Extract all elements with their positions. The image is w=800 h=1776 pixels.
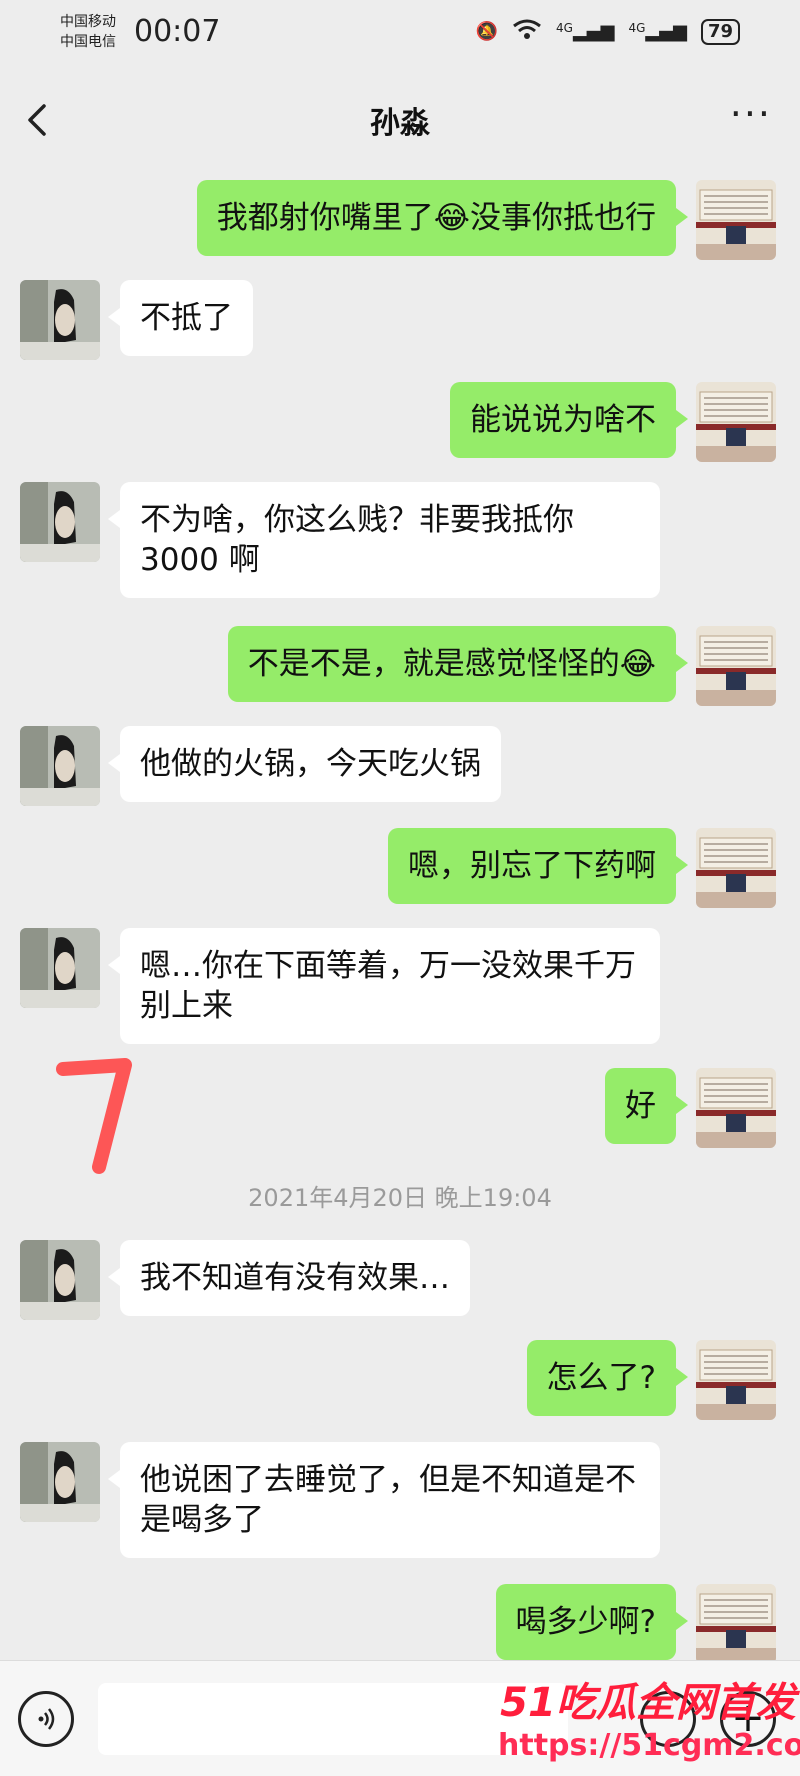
message-bubble-me[interactable]: 嗯，别忘了下药啊 (388, 828, 688, 904)
message-timestamp: 2021年4月20日 晚上19:04 (248, 1184, 552, 1212)
message-bubble-me[interactable]: 喝多少啊? (495, 1584, 689, 1660)
avatar-me[interactable] (696, 1584, 776, 1664)
avatar-me[interactable] (696, 1068, 776, 1148)
watermark: 51吃瓜全网首发 https://51cgm2.com (498, 1670, 800, 1763)
message-bubble-me[interactable]: 我都射你嘴里了😂没事你抵也行 (196, 180, 689, 256)
message-bubble-contact[interactable]: 嗯…你在下面等着，万一没效果千万别上来 (108, 928, 660, 1044)
avatar-me[interactable] (696, 180, 776, 260)
avatar-contact[interactable] (20, 1240, 100, 1320)
avatar-contact[interactable] (20, 280, 100, 360)
handwritten-mark (55, 1055, 135, 1179)
message-bubble-me[interactable]: 不是不是，就是感觉怪怪的😂 (227, 626, 689, 702)
avatar-contact[interactable] (20, 482, 100, 562)
message-bubble-me[interactable]: 怎么了? (526, 1340, 689, 1416)
message-bubble-me[interactable]: 能说说为啥不 (450, 382, 688, 458)
message-bubble-contact[interactable]: 他做的火锅，今天吃火锅 (108, 726, 501, 802)
message-bubble-contact[interactable]: 我不知道有没有效果… (108, 1240, 470, 1316)
avatar-me[interactable] (696, 382, 776, 462)
message-list[interactable]: 我都射你嘴里了😂没事你抵也行 不抵了 能说说为啥不 不为啥，你这么贱？非要我抵你… (0, 0, 800, 1664)
watermark-url: https://51cgm2.com (498, 1728, 800, 1763)
avatar-contact[interactable] (20, 928, 100, 1008)
avatar-contact[interactable] (20, 726, 100, 806)
message-bubble-me[interactable]: 好 (605, 1068, 688, 1144)
message-bubble-contact[interactable]: 不为啥，你这么贱？非要我抵你3000 啊 (108, 482, 660, 598)
avatar-me[interactable] (696, 626, 776, 706)
avatar-me[interactable] (696, 1340, 776, 1420)
watermark-brand: 51吃瓜全网首发 (500, 1680, 796, 1726)
avatar-me[interactable] (696, 828, 776, 908)
voice-icon[interactable] (18, 1691, 74, 1747)
avatar-contact[interactable] (20, 1442, 100, 1522)
message-bubble-contact[interactable]: 不抵了 (108, 280, 253, 356)
message-bubble-contact[interactable]: 他说困了去睡觉了，但是不知道是不是喝多了 (108, 1442, 660, 1558)
